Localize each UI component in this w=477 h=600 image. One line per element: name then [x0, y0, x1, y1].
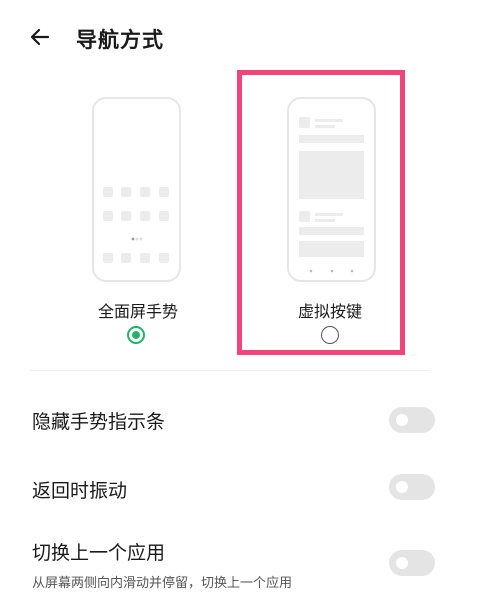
- setting-hide-indicator-label: 隐藏手势指示条: [32, 411, 166, 433]
- setting-vibrate-on-back[interactable]: 返回时振动: [0, 462, 477, 512]
- switch-app-toggle[interactable]: [389, 550, 435, 576]
- setting-switch-previous-app[interactable]: 切换上一个应用 从屏幕两侧向内滑动并停留，切换上一个应用: [0, 530, 477, 600]
- divider: [30, 370, 430, 371]
- hide-indicator-toggle[interactable]: [389, 407, 435, 433]
- setting-switch-app-subtitle: 从屏幕两侧向内滑动并停留，切换上一个应用: [32, 576, 293, 591]
- arrow-left-icon: [30, 28, 50, 46]
- setting-vibrate-label: 返回时振动: [32, 480, 128, 502]
- setting-switch-app-label: 切换上一个应用: [32, 542, 166, 564]
- toggle-knob: [394, 412, 410, 428]
- vibrate-toggle[interactable]: [389, 474, 435, 500]
- option-gesture-radio[interactable]: [127, 326, 145, 344]
- toggle-knob: [394, 555, 410, 571]
- app-header: 导航方式: [0, 0, 477, 80]
- toggle-knob: [394, 479, 410, 495]
- gesture-phone-illustration: [92, 97, 181, 282]
- setting-hide-indicator[interactable]: 隐藏手势指示条: [0, 395, 477, 445]
- app-grid-icon: [103, 187, 169, 263]
- page-title: 导航方式: [76, 28, 164, 52]
- back-button[interactable]: [26, 22, 56, 52]
- option-gesture-label: 全面屏手势: [97, 302, 178, 321]
- selection-highlight-box: [237, 70, 405, 355]
